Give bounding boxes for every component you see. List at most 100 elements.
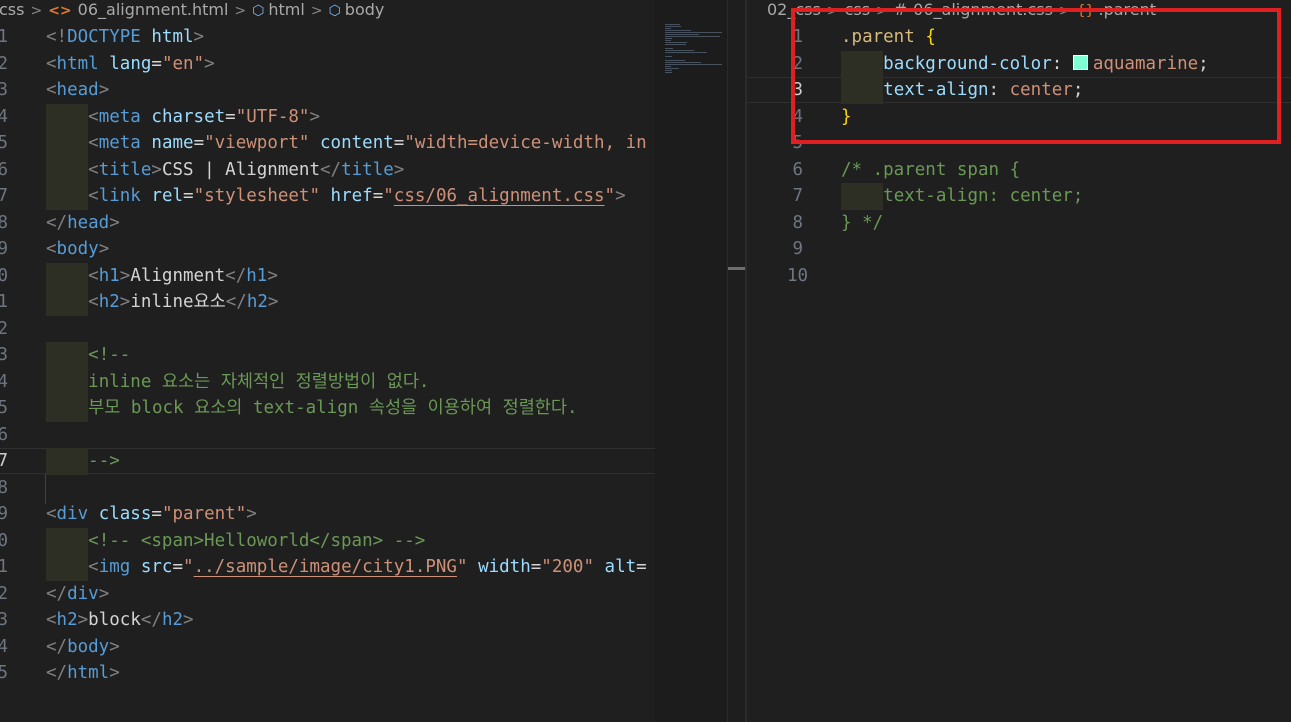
indent-guide	[46, 130, 89, 157]
token-str: "stylesheet"	[193, 186, 320, 206]
code-line[interactable]: 1 <h2>inline요소</h2>	[0, 289, 655, 316]
code-text: <meta charset="UTF-8">	[46, 103, 320, 130]
code-line[interactable]: 8 </head>	[0, 210, 655, 237]
token-tag: div	[56, 504, 89, 524]
vertical-scrollbar[interactable]	[727, 0, 746, 722]
token-attr: rel	[151, 186, 184, 206]
token-punct: >	[393, 159, 405, 180]
minimap-line	[665, 72, 672, 73]
token-punct: </	[46, 583, 68, 604]
token-tag: DOCTYPE	[67, 27, 141, 47]
code-line[interactable]: 2 </div>	[0, 581, 655, 608]
minimap-line	[665, 42, 687, 43]
token-com: <!-- <span>Helloworld</span> -->	[88, 530, 426, 551]
minimap[interactable]	[655, 0, 727, 722]
token-punct: <	[46, 504, 57, 524]
code-line[interactable]: 9 <body>	[0, 236, 655, 263]
code-line[interactable]: 6 /* .parent span {	[747, 157, 1291, 184]
token-punct: >	[98, 239, 110, 259]
code-line[interactable]: 4 </body>	[0, 634, 655, 661]
token-tag: h1	[98, 265, 120, 286]
code-text: </div>	[46, 581, 109, 608]
token-plain: CSS | Alignment	[161, 159, 320, 180]
line-number: 7	[0, 451, 8, 471]
file-link[interactable]: ../sample/image/city1.PNG	[194, 557, 457, 577]
html-editor-pane[interactable]: css > <> 06_alignment.html > ⬡ html > ⬡ body 1 <!D…	[0, 0, 655, 722]
token-punct: <	[88, 292, 99, 312]
token-plain: =	[636, 557, 647, 577]
code-text: text-align: center;	[841, 183, 1083, 210]
code-line[interactable]: 8} */	[747, 210, 1291, 237]
code-line[interactable]: 5 부모 block 요소의 text-align 속성을 이용하여 정렬한다.	[0, 395, 655, 422]
token-punct: </	[225, 292, 247, 312]
file-link[interactable]: css/06_alignment.css	[394, 186, 605, 206]
token-tag: h1	[246, 265, 268, 286]
code-line[interactable]: 7 -->	[0, 448, 655, 475]
token-tag: html	[56, 53, 99, 74]
token-punct: >	[119, 265, 131, 286]
token-plain: =	[225, 106, 236, 127]
minimap-line	[665, 50, 694, 51]
code-area[interactable]: 1 <!DOCTYPE html> 2 <html lang="en"> 3 <head>…	[0, 24, 655, 687]
code-text: } */	[841, 210, 883, 237]
code-line[interactable]: 2 <html lang="en">	[0, 51, 655, 78]
token-tag: h2	[246, 292, 268, 312]
token-tag: title	[98, 159, 152, 180]
code-line[interactable]: 3 <head>	[0, 77, 655, 104]
code-line[interactable]: 1 <!DOCTYPE html>	[0, 24, 655, 51]
code-line[interactable]: 2	[0, 316, 655, 343]
breadcrumb-item-file[interactable]: 06_alignment.html	[78, 0, 229, 19]
scrollbar-thumb[interactable]	[728, 267, 746, 270]
token-str: "200"	[541, 557, 594, 577]
token-punct: >	[193, 27, 205, 47]
code-line[interactable]: 7 <link rel="stylesheet" href="css/06_al…	[0, 183, 655, 210]
code-line[interactable]: 7 text-align: center;	[747, 183, 1291, 210]
code-line[interactable]: 5 <meta name="viewport" content="width=d…	[0, 130, 655, 157]
token-tag: body	[67, 636, 110, 657]
token-tag: title	[341, 159, 394, 180]
token-plain: =	[193, 133, 205, 153]
indent-guide	[841, 183, 884, 210]
code-line[interactable]: 4 <meta charset="UTF-8">	[0, 103, 655, 130]
token-tag: link	[98, 186, 141, 206]
indent-guide	[46, 554, 89, 581]
token-str: "width=device-width, in	[404, 133, 647, 153]
token-tag: img	[98, 557, 131, 577]
code-line[interactable]: 6 <title>CSS | Alignment</title>	[0, 156, 655, 183]
breadcrumb-item-css[interactable]: css	[0, 0, 24, 19]
token-punct: <	[88, 265, 99, 286]
breadcrumb-item-body[interactable]: body	[345, 0, 385, 19]
token-com: text-align: center;	[883, 186, 1084, 206]
token-plain: =	[393, 133, 405, 153]
minimap-line	[665, 66, 671, 67]
code-line[interactable]: 8	[0, 475, 655, 502]
line-number: 1	[0, 557, 8, 577]
indent-guide	[46, 395, 89, 422]
line-number: 3	[0, 80, 8, 100]
token-punct: >	[615, 186, 626, 206]
line-number: 9	[0, 239, 8, 259]
code-text: <!DOCTYPE html>	[46, 24, 204, 51]
breadcrumb-item-html[interactable]: html	[268, 0, 304, 19]
code-line[interactable]: 4 inline 요소는 자체적인 정렬방법이 없다.	[0, 368, 655, 395]
indent-guide	[46, 448, 89, 475]
code-line[interactable]: 3 <h2>block</h2>	[0, 607, 655, 634]
token-punct: <!	[46, 27, 68, 47]
code-line[interactable]: 10	[747, 263, 1291, 290]
code-line[interactable]: 6	[0, 422, 655, 449]
code-line[interactable]: 0 <h1>Alignment</h1>	[0, 262, 655, 289]
code-line[interactable]: 0 <!-- <span>Helloworld</span> -->	[0, 527, 655, 554]
code-line[interactable]: 1 <img src="../sample/image/city1.PNG" w…	[0, 554, 655, 581]
token-punct: <	[88, 106, 99, 127]
code-line[interactable]: 9 <div class="parent">	[0, 501, 655, 528]
token-plain: =	[530, 557, 542, 577]
line-number: 8	[0, 212, 8, 233]
token-str: "	[456, 557, 468, 577]
line-number: 1	[0, 292, 8, 312]
code-text: <h2>block</h2>	[46, 607, 194, 634]
code-line[interactable]: 9	[747, 236, 1291, 263]
code-line[interactable]: 3 <!--	[0, 342, 655, 369]
code-line[interactable]: 5 </html>	[0, 660, 655, 687]
token-punct: >	[109, 212, 120, 233]
